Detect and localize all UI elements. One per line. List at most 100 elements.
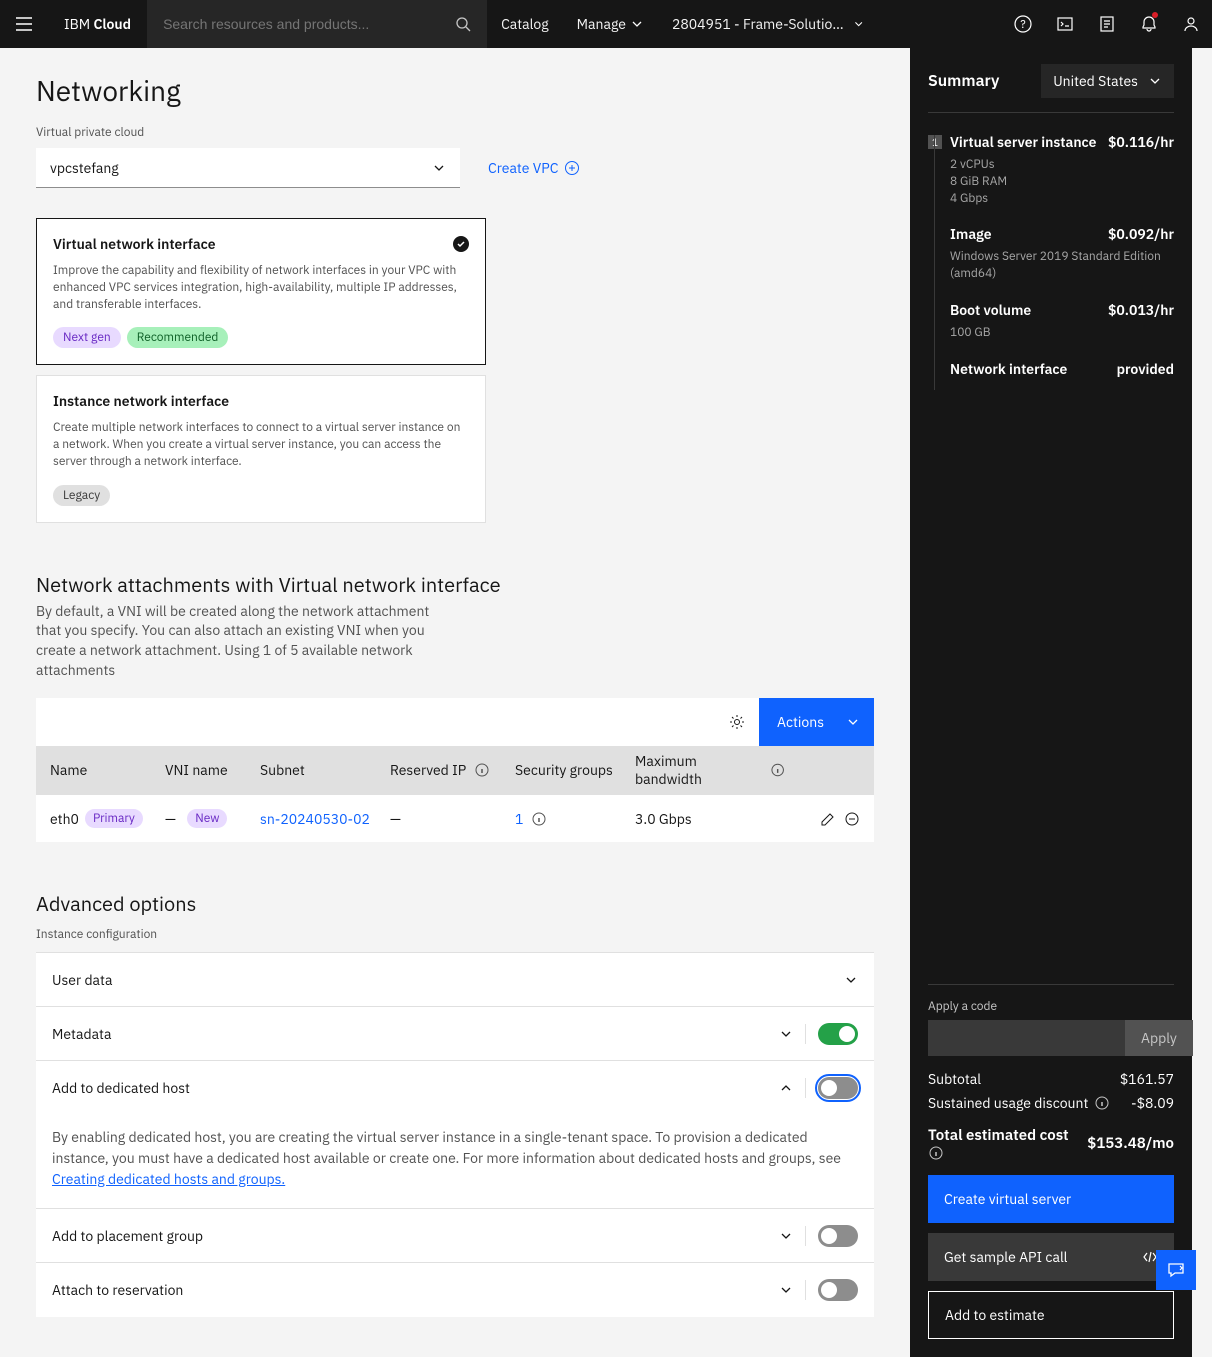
subtotal-label: Subtotal — [928, 1070, 981, 1088]
total-value: $153.48/mo — [1087, 1134, 1174, 1153]
card-ini-title: Instance network interface — [53, 392, 229, 410]
info-icon[interactable] — [474, 762, 490, 778]
item-name: Virtual server instance — [950, 133, 1096, 151]
feedback-button[interactable] — [1156, 1250, 1196, 1290]
main-content: Networking Virtual private cloud vpcstef… — [0, 48, 910, 1357]
summary-sidebar: Summary United States 1 Virtual server i… — [910, 48, 1192, 1357]
row-dedicated-host: Add to dedicated host — [36, 1061, 874, 1115]
add-circle-icon — [564, 160, 580, 176]
create-server-button[interactable]: Create virtual server — [928, 1175, 1174, 1223]
global-header: IBM Cloud Catalog Manage 2804951 - Frame… — [0, 0, 1212, 48]
card-vni-title: Virtual network interface — [53, 235, 216, 253]
item-price: provided — [1117, 360, 1174, 378]
tag-recommended: Recommended — [127, 327, 229, 348]
card-instance-nic[interactable]: Instance network interface Create multip… — [36, 375, 486, 522]
selected-check-icon — [453, 236, 469, 252]
info-icon[interactable] — [1094, 1095, 1110, 1111]
info-icon[interactable] — [531, 811, 547, 827]
get-api-button[interactable]: Get sample API call — [928, 1233, 1174, 1281]
row-name: eth0 — [50, 810, 79, 828]
th-subnet: Subnet — [260, 761, 390, 779]
global-search[interactable] — [147, 0, 487, 48]
gear-icon — [729, 714, 745, 730]
add-estimate-button[interactable]: Add to estimate — [928, 1291, 1174, 1339]
chevron-down-icon[interactable] — [779, 1283, 793, 1297]
card-vni-desc: Improve the capability and flexibility o… — [53, 263, 469, 313]
primary-badge: Primary — [85, 809, 143, 828]
chevron-down-icon[interactable] — [779, 1229, 793, 1243]
tag-legacy: Legacy — [53, 485, 110, 506]
row-subnet-link[interactable]: sn-20240530-02 — [260, 810, 390, 828]
summary-item: 1 Virtual server instance$0.116/hr 2 vCP… — [928, 133, 1174, 207]
advanced-panel: User data Metadata Add to dedicated host — [36, 952, 874, 1317]
th-vni: VNI name — [165, 761, 260, 779]
summary-item: Network interface provided — [928, 360, 1174, 378]
th-sg: Security groups — [515, 761, 635, 779]
item-name: Network interface — [950, 360, 1067, 378]
dedicated-host-toggle[interactable] — [818, 1077, 858, 1099]
discount-value: -$8.09 — [1131, 1094, 1174, 1112]
th-bw: Maximum bandwidth — [635, 752, 785, 788]
card-vni[interactable]: Virtual network interface Improve the ca… — [36, 218, 486, 365]
vpc-select[interactable]: vpcstefang — [36, 148, 460, 188]
row-reservation: Attach to reservation — [36, 1263, 874, 1317]
item-price: $0.013/hr — [1108, 301, 1174, 319]
summary-item: Image $0.092/hr Windows Server 2019 Stand… — [928, 225, 1174, 283]
reservation-toggle[interactable] — [818, 1279, 858, 1301]
metadata-toggle[interactable] — [818, 1023, 858, 1045]
dedicated-host-docs-link[interactable]: Creating dedicated hosts and groups. — [52, 1170, 285, 1188]
row-bw: 3.0 Gbps — [635, 810, 785, 828]
table-settings-button[interactable] — [715, 714, 759, 730]
item-price: $0.116/hr — [1108, 133, 1174, 151]
chevron-down-icon — [844, 973, 858, 987]
hamburger-menu[interactable] — [0, 0, 48, 48]
account-selector[interactable]: 2804951 - Frame-SolutionsArch... — [658, 15, 878, 33]
row-metadata: Metadata — [36, 1007, 874, 1061]
chevron-down-icon — [846, 715, 860, 729]
nav-manage[interactable]: Manage — [563, 0, 658, 48]
apply-code-button[interactable]: Apply — [1125, 1020, 1193, 1056]
create-vpc-link[interactable]: Create VPC — [488, 159, 580, 177]
info-icon[interactable] — [770, 762, 785, 778]
terminal-icon[interactable] — [1044, 0, 1086, 48]
svg-text:?: ? — [1020, 18, 1025, 32]
vpc-label: Virtual private cloud — [36, 125, 874, 140]
advanced-title: Advanced options — [36, 890, 874, 917]
item-details: Windows Server 2019 Standard Edition (am… — [950, 249, 1174, 283]
table-header-row: Name VNI name Subnet Reserved IP Securit… — [36, 746, 874, 794]
remove-icon[interactable] — [844, 811, 860, 827]
promo-code-input[interactable] — [928, 1020, 1125, 1056]
notification-icon[interactable] — [1128, 0, 1170, 48]
tag-nextgen: Next gen — [53, 327, 121, 348]
chevron-down-icon — [432, 161, 446, 175]
dedicated-host-description: By enabling dedicated host, you are crea… — [36, 1115, 874, 1209]
info-icon[interactable] — [928, 1145, 944, 1161]
row-vni-dash: — — [165, 810, 176, 828]
row-reserved: — — [390, 810, 515, 828]
chevron-up-icon[interactable] — [779, 1081, 793, 1095]
item-name: Image — [950, 225, 992, 243]
attachments-title: Network attachments with Virtual network… — [36, 571, 874, 598]
table-row: eth0 Primary — New sn-20240530-02 — 1 3.0… — [36, 794, 874, 842]
attachments-table: Actions Name VNI name Subnet Reserved IP… — [36, 698, 874, 842]
nav-catalog[interactable]: Catalog — [487, 0, 563, 48]
page-title: Networking — [36, 72, 874, 109]
search-input[interactable] — [163, 16, 455, 32]
item-qty: 1 — [928, 135, 942, 149]
row-sg-link[interactable]: 1 — [515, 810, 523, 828]
help-icon[interactable]: ? — [1002, 0, 1044, 48]
search-icon — [455, 16, 471, 32]
logo[interactable]: IBM Cloud — [48, 15, 147, 33]
chevron-down-icon[interactable] — [779, 1027, 793, 1041]
cost-icon[interactable] — [1086, 0, 1128, 48]
summary-items: 1 Virtual server instance$0.116/hr 2 vCP… — [928, 133, 1174, 396]
row-userdata[interactable]: User data — [36, 953, 874, 1007]
item-price: $0.092/hr — [1108, 225, 1174, 243]
chat-icon — [1166, 1260, 1186, 1280]
region-select[interactable]: United States — [1041, 64, 1174, 98]
new-badge: New — [187, 809, 227, 828]
actions-dropdown[interactable]: Actions — [759, 698, 874, 746]
edit-icon[interactable] — [820, 811, 836, 827]
user-icon[interactable] — [1170, 0, 1212, 48]
placement-toggle[interactable] — [818, 1225, 858, 1247]
